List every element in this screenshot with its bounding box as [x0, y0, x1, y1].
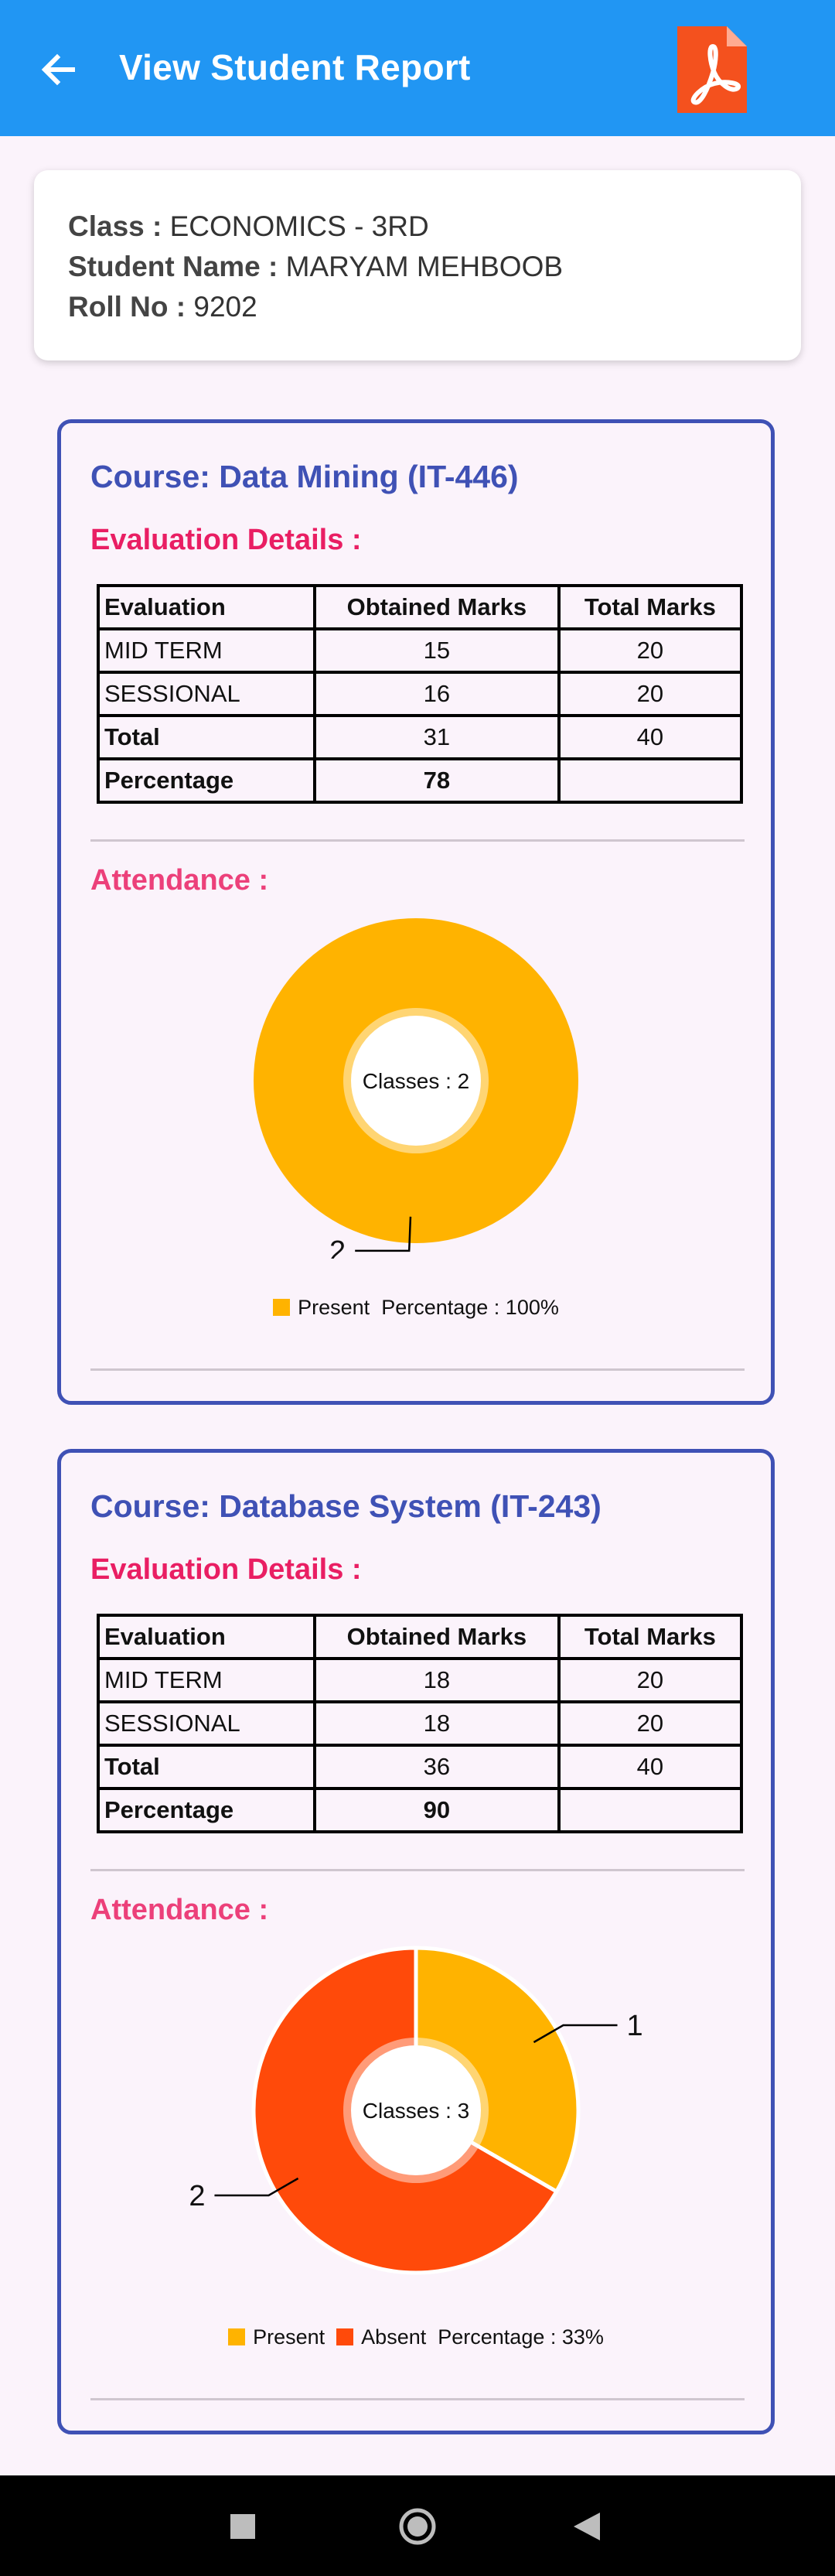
attendance-heading: Attendance : [90, 864, 269, 897]
table-row: SESSIONAL 18 20 [97, 1700, 744, 1747]
system-navigation-bar [0, 2475, 835, 2576]
table-row: Total 31 40 [97, 714, 744, 760]
course-title: Course: Database System (IT-243) [90, 1488, 602, 1524]
square-icon[interactable] [230, 2514, 255, 2539]
page-title: View Student Report [119, 47, 471, 87]
column-header: Evaluation [97, 1614, 316, 1660]
table-row: Percentage 90 [97, 1787, 744, 1833]
total-cell: 20 [557, 1657, 744, 1703]
class-label: Class : [68, 210, 162, 242]
evaluation-cell: Percentage [97, 757, 316, 804]
evaluation-cell: SESSIONAL [97, 671, 316, 717]
divider [90, 1368, 745, 1371]
roll-line: Roll No : 9202 [68, 291, 257, 323]
class-line: Class : ECONOMICS - 3RD [68, 210, 429, 243]
evaluation-cell: SESSIONAL [97, 1700, 316, 1747]
slice-value-label: 2 [329, 1235, 346, 1259]
column-header: Obtained Marks [313, 584, 561, 630]
student-name-line: Student Name : MARYAM MEHBOOB [68, 251, 563, 283]
table-row: MID TERM 18 20 [97, 1657, 744, 1703]
table-row: Percentage 78 [97, 757, 744, 804]
pdf-icon[interactable] [677, 26, 747, 113]
divider [90, 2398, 745, 2400]
legend-percentage: Percentage : 33% [438, 2325, 604, 2349]
donut-center-label: Classes : 2 [363, 1069, 470, 1093]
slice-value-label: 2 [189, 2180, 205, 2212]
table-header-row: Evaluation Obtained Marks Total Marks [97, 1614, 744, 1660]
obtained-cell: 18 [313, 1700, 561, 1747]
obtained-cell: 78 [313, 757, 561, 804]
divider [90, 1869, 745, 1871]
student-name-value: MARYAM MEHBOOB [285, 251, 564, 282]
evaluation-cell: Total [97, 714, 316, 760]
obtained-cell: 18 [313, 1657, 561, 1703]
app-bar: View Student Report [0, 0, 835, 136]
divider [90, 839, 745, 842]
evaluation-cell: MID TERM [97, 1657, 316, 1703]
obtained-cell: 90 [313, 1787, 561, 1833]
evaluation-heading: Evaluation Details : [90, 1553, 362, 1586]
legend-label: Present [298, 1296, 370, 1319]
attendance-donut-chart: 2 Classes : 2 [254, 918, 578, 1259]
total-cell: 40 [557, 714, 744, 760]
student-name-label: Student Name : [68, 251, 278, 282]
evaluation-cell: Total [97, 1744, 316, 1790]
arrow-left-icon[interactable] [34, 45, 84, 94]
column-header: Evaluation [97, 584, 316, 630]
evaluation-heading: Evaluation Details : [90, 524, 362, 556]
obtained-cell: 36 [313, 1744, 561, 1790]
chart-legend: Present Percentage : 100% [61, 1296, 771, 1320]
student-info-card: Class : ECONOMICS - 3RD Student Name : M… [34, 170, 801, 360]
legend-swatch-absent [336, 2328, 354, 2345]
total-cell: 20 [557, 1700, 744, 1747]
attendance-donut-chart: 1 2 Classes : 3 [189, 1946, 643, 2275]
legend-swatch-present [228, 2328, 246, 2345]
donut-center-label: Classes : 3 [363, 2099, 470, 2123]
total-cell: 20 [557, 671, 744, 717]
evaluation-cell: Percentage [97, 1787, 316, 1833]
obtained-cell: 15 [313, 627, 561, 674]
chart-legend: Present Absent Percentage : 33% [61, 2325, 771, 2349]
total-cell: 40 [557, 1744, 744, 1790]
table-row: Total 36 40 [97, 1744, 744, 1790]
course-card: Course: Data Mining (IT-446) Evaluation … [57, 419, 775, 1405]
table-row: SESSIONAL 16 20 [97, 671, 744, 717]
roll-value: 9202 [193, 291, 257, 323]
class-value: ECONOMICS - 3RD [169, 210, 429, 242]
course-card: Course: Database System (IT-243) Evaluat… [57, 1449, 775, 2434]
legend-label: Absent [361, 2325, 427, 2349]
course-title: Course: Data Mining (IT-446) [90, 459, 519, 494]
slice-value-label: 1 [627, 2010, 643, 2042]
obtained-cell: 31 [313, 714, 561, 760]
attendance-heading: Attendance : [90, 1894, 269, 1926]
column-header: Total Marks [557, 584, 744, 630]
table-row: MID TERM 15 20 [97, 627, 744, 674]
legend-percentage: Percentage : 100% [381, 1296, 559, 1319]
marks-table: Evaluation Obtained Marks Total Marks MI… [97, 584, 744, 804]
roll-label: Roll No : [68, 291, 186, 323]
legend-label: Present [253, 2325, 325, 2349]
circle-icon[interactable] [397, 2506, 438, 2547]
obtained-cell: 16 [313, 671, 561, 717]
evaluation-cell: MID TERM [97, 627, 316, 674]
total-cell [557, 1787, 744, 1833]
column-header: Obtained Marks [313, 1614, 561, 1660]
triangle-back-icon[interactable] [574, 2513, 600, 2540]
column-header: Total Marks [557, 1614, 744, 1660]
table-header-row: Evaluation Obtained Marks Total Marks [97, 584, 744, 630]
legend-swatch-present [273, 1299, 291, 1316]
marks-table: Evaluation Obtained Marks Total Marks MI… [97, 1614, 744, 1833]
total-cell: 20 [557, 627, 744, 674]
total-cell [557, 757, 744, 804]
